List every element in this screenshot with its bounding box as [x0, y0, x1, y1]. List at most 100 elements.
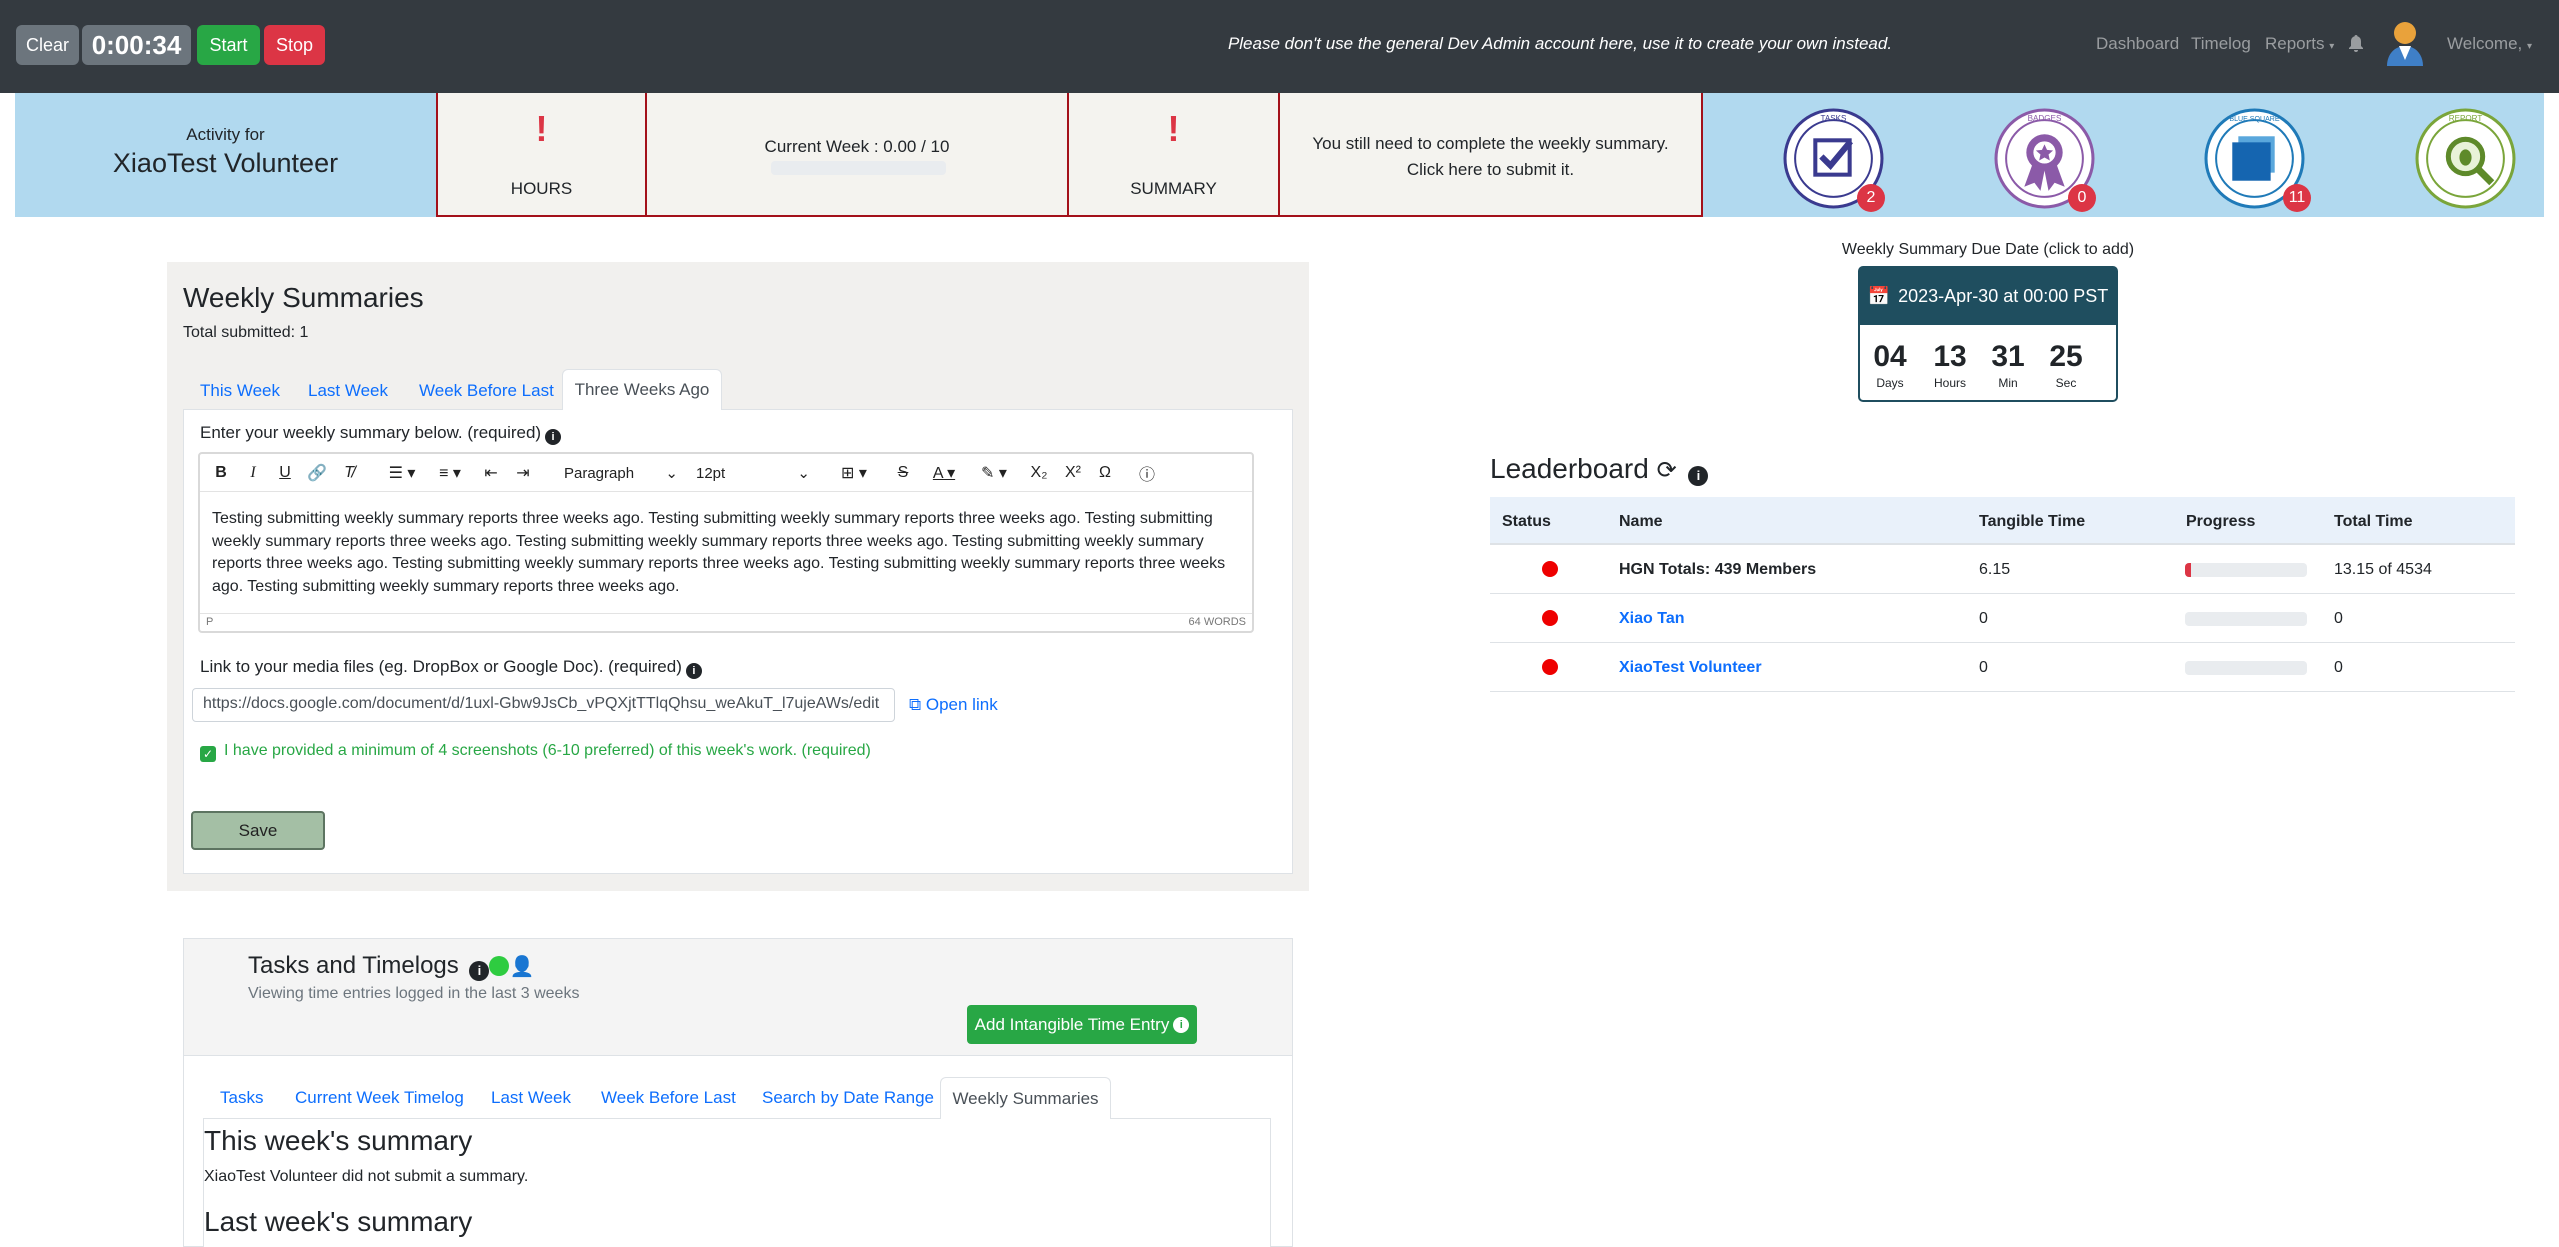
- due-date-countdown[interactable]: 📅 2023-Apr-30 at 00:00 PST 04 13 31 25 Da…: [1858, 266, 2118, 402]
- info-icon[interactable]: i: [1688, 466, 1709, 486]
- svg-text:BADGES: BADGES: [2028, 114, 2062, 123]
- nav-reports-dropdown[interactable]: Reports ▾: [2265, 34, 2334, 54]
- underline-icon[interactable]: U: [272, 460, 298, 486]
- subscript-icon[interactable]: X₂: [1026, 460, 1052, 486]
- tab-timelog-last-week[interactable]: Last Week: [491, 1088, 571, 1108]
- text-color-icon[interactable]: A ▾: [922, 460, 966, 486]
- tangible-time: 0: [1979, 659, 1988, 676]
- summary-reminder-text: You still need to complete the weekly su…: [1312, 134, 1669, 179]
- special-char-icon[interactable]: Ω: [1092, 460, 1118, 486]
- activity-user-name: XiaoTest Volunteer: [112, 148, 339, 178]
- user-icon[interactable]: 👤: [509, 956, 534, 978]
- bell-icon[interactable]: [2348, 35, 2364, 53]
- outdent-icon[interactable]: ⇤: [478, 460, 504, 486]
- tab-timelog-week-before-last[interactable]: Week Before Last: [601, 1088, 736, 1108]
- current-week-status: Current Week : 0.00 / 10: [647, 93, 1069, 217]
- refresh-icon[interactable]: ⟳: [1657, 457, 1677, 484]
- tab-week-before-last[interactable]: Week Before Last: [419, 381, 554, 401]
- report-bug-icon[interactable]: REPORT: [2415, 108, 2516, 209]
- editor-statusbar: P 64 WORDS: [200, 613, 1252, 631]
- summary-status[interactable]: ! SUMMARY: [1069, 93, 1280, 217]
- add-intangible-time-button[interactable]: Add Intangible Time Entry i: [967, 1005, 1197, 1044]
- header-total: Total Time: [2334, 513, 2413, 530]
- bullet-list-icon[interactable]: ☰ ▾: [380, 460, 424, 486]
- screenshots-checkbox[interactable]: ✓ I have provided a minimum of 4 screensh…: [200, 742, 871, 762]
- welcome-label: Welcome,: [2447, 34, 2523, 53]
- status-dot: [1542, 561, 1558, 577]
- nav-dashboard-link[interactable]: Dashboard: [2096, 34, 2179, 54]
- hours-label: HOURS: [510, 179, 573, 198]
- clear-timer-button[interactable]: Clear: [16, 25, 79, 65]
- this-week-summary-text: XiaoTest Volunteer did not submit a summ…: [204, 1168, 529, 1185]
- tab-weekly-summaries[interactable]: Weekly Summaries: [940, 1077, 1111, 1119]
- indent-icon[interactable]: ⇥: [510, 460, 536, 486]
- table-row: Xiao Tan 0 0: [1490, 594, 2515, 643]
- superscript-icon[interactable]: X²: [1060, 460, 1086, 486]
- tab-tasks[interactable]: Tasks: [220, 1088, 263, 1108]
- start-timer-button[interactable]: Start: [197, 25, 260, 65]
- badges-earned-count: 0: [2068, 184, 2096, 212]
- user-avatar[interactable]: [2385, 20, 2425, 66]
- media-link-input[interactable]: https://docs.google.com/document/d/1uxl-…: [192, 688, 895, 722]
- progress-fill: [2185, 563, 2192, 577]
- stop-timer-button[interactable]: Stop: [264, 25, 325, 65]
- member-link[interactable]: Xiao Tan: [1619, 610, 1685, 628]
- countdown-sec: 25: [2049, 340, 2083, 373]
- summary-reminder[interactable]: You still need to complete the weekly su…: [1280, 93, 1703, 217]
- checkbox-checked-icon[interactable]: ✓: [200, 746, 216, 762]
- member-link[interactable]: XiaoTest Volunteer: [1619, 659, 1762, 677]
- open-link[interactable]: ⧉ Open link: [909, 695, 998, 715]
- info-icon[interactable]: i: [469, 961, 490, 981]
- link-icon[interactable]: 🔗: [304, 460, 330, 486]
- italic-icon[interactable]: I: [240, 460, 266, 486]
- svg-text:REPORT: REPORT: [2449, 114, 2483, 123]
- tab-current-week-timelog[interactable]: Current Week Timelog: [295, 1088, 464, 1108]
- bold-icon[interactable]: B: [208, 460, 234, 486]
- numbered-list-icon[interactable]: ≡ ▾: [428, 460, 472, 486]
- save-button[interactable]: Save: [191, 811, 325, 850]
- progress-bar: [2185, 563, 2307, 577]
- clear-format-icon[interactable]: T̸: [336, 460, 362, 486]
- editor-path: P: [206, 616, 214, 628]
- calendar-icon: 📅: [1867, 286, 1891, 306]
- chevron-down-icon: ⌄: [797, 465, 810, 482]
- info-icon[interactable]: i: [545, 429, 562, 445]
- help-icon[interactable]: ⓘ: [1134, 460, 1160, 486]
- nav-timelog-link[interactable]: Timelog: [2191, 34, 2251, 54]
- tab-search-date-range[interactable]: Search by Date Range: [762, 1088, 934, 1108]
- table-row: XiaoTest Volunteer 0 0: [1490, 643, 2515, 692]
- countdown-days: 04: [1873, 340, 1907, 373]
- welcome-dropdown[interactable]: Welcome, ▾: [2447, 34, 2532, 54]
- table-icon[interactable]: ⊞ ▾: [832, 460, 876, 486]
- last-week-summary-heading: Last week's summary: [204, 1206, 473, 1237]
- status-dot: [1542, 610, 1558, 626]
- countdown-min-label: Min: [1998, 376, 2018, 390]
- highlight-icon[interactable]: ✎ ▾: [972, 460, 1016, 486]
- current-week-progress: [771, 161, 946, 175]
- paragraph-select[interactable]: Paragraph ⌄: [556, 460, 686, 486]
- summary-editor-text[interactable]: Testing submitting weekly summary report…: [212, 508, 1240, 598]
- font-size-select[interactable]: 12pt ⌄: [688, 460, 818, 486]
- tasks-timelogs-subtitle: Viewing time entries logged in the last …: [248, 985, 580, 1002]
- warning-icon: !: [535, 108, 548, 149]
- countdown-hours-label: Hours: [1933, 376, 1966, 390]
- status-dot: [1542, 659, 1558, 675]
- info-icon[interactable]: i: [685, 663, 702, 679]
- total-submitted: Total submitted: 1: [183, 324, 309, 341]
- due-date-caption[interactable]: Weekly Summary Due Date (click to add): [1838, 241, 2138, 259]
- hours-status[interactable]: ! HOURS: [436, 93, 647, 217]
- tab-this-week[interactable]: This Week: [200, 381, 280, 401]
- editor-toolbar: B I U 🔗 T̸ ☰ ▾ ≡ ▾ ⇤ ⇥ Paragraph ⌄ 12pt ⌄ …: [200, 454, 1252, 492]
- summary-prompt-text: Enter your weekly summary below. (requir…: [200, 423, 542, 442]
- activity-user: Activity for XiaoTest Volunteer: [15, 93, 436, 217]
- add-intangible-time-label: Add Intangible Time Entry: [974, 1014, 1170, 1034]
- summary-prompt: Enter your weekly summary below. (requir…: [200, 423, 562, 445]
- info-icon[interactable]: i: [1173, 1016, 1190, 1033]
- strikethrough-icon[interactable]: S: [890, 460, 916, 486]
- summary-editor[interactable]: B I U 🔗 T̸ ☰ ▾ ≡ ▾ ⇤ ⇥ Paragraph ⌄ 12pt ⌄ …: [198, 452, 1254, 633]
- warning-icon: !: [1167, 108, 1180, 149]
- blue-square-count: 11: [2283, 184, 2311, 212]
- header-progress: Progress: [2186, 513, 2256, 530]
- tab-three-weeks-ago[interactable]: Three Weeks Ago: [562, 369, 722, 410]
- tab-last-week[interactable]: Last Week: [308, 381, 388, 401]
